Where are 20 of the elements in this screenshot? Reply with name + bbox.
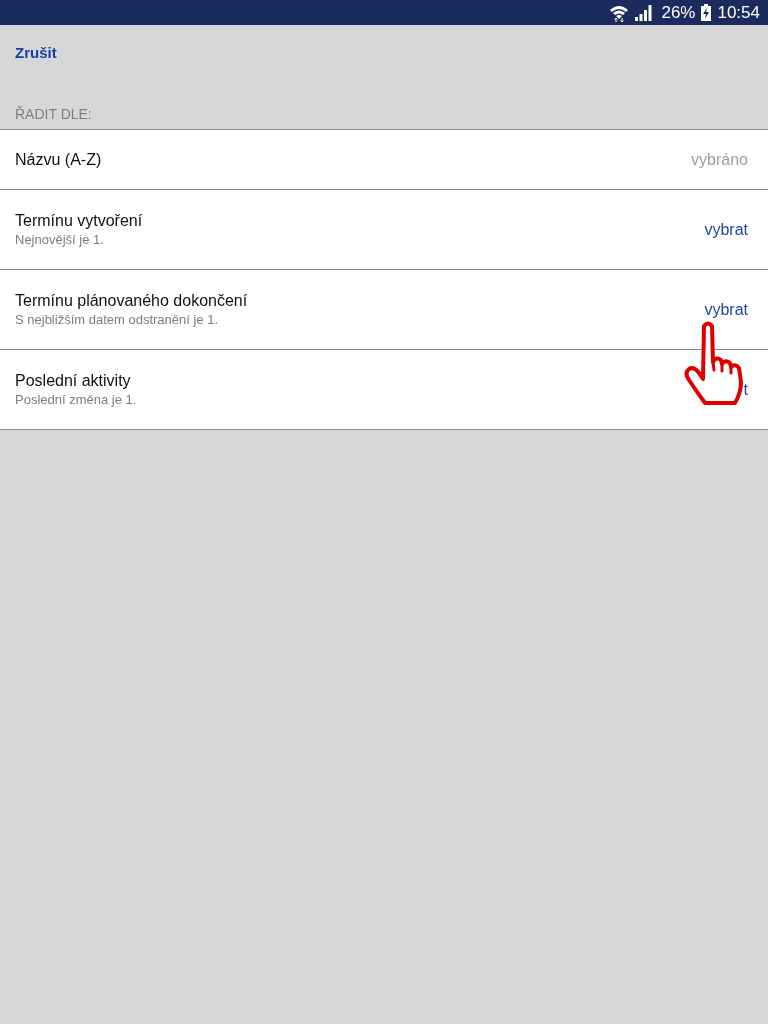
- select-action[interactable]: vybrat: [704, 219, 748, 240]
- option-description: S nejbližším datem odstranění je 1.: [15, 310, 220, 329]
- battery-charging-icon: [701, 4, 712, 21]
- option-title: Termínu plánovaného dokončení: [15, 290, 248, 311]
- select-action[interactable]: t: [743, 379, 748, 400]
- option-title: Termínu vytvoření: [15, 210, 143, 231]
- sort-option-row[interactable]: Názvu (A-Z) vybráno: [0, 130, 768, 190]
- option-title: Poslední aktivity: [15, 370, 132, 391]
- option-title: Názvu (A-Z): [15, 149, 102, 170]
- wifi-icon: [609, 3, 630, 22]
- battery-percent: 26%: [661, 2, 696, 23]
- section-label: ŘADIT DLE:: [15, 106, 92, 122]
- signal-icon: [635, 4, 653, 21]
- cancel-button[interactable]: Zrušit: [15, 44, 57, 62]
- pointing-hand-icon: [682, 320, 746, 406]
- clock-time: 10:54: [717, 2, 760, 23]
- select-action[interactable]: vybrat: [704, 299, 748, 320]
- option-description: Nejnovější je 1.: [15, 230, 105, 249]
- option-description: Poslední změna je 1.: [15, 390, 137, 409]
- sort-option-row[interactable]: Termínu vytvoření Nejnovější je 1. vybrat: [0, 190, 768, 270]
